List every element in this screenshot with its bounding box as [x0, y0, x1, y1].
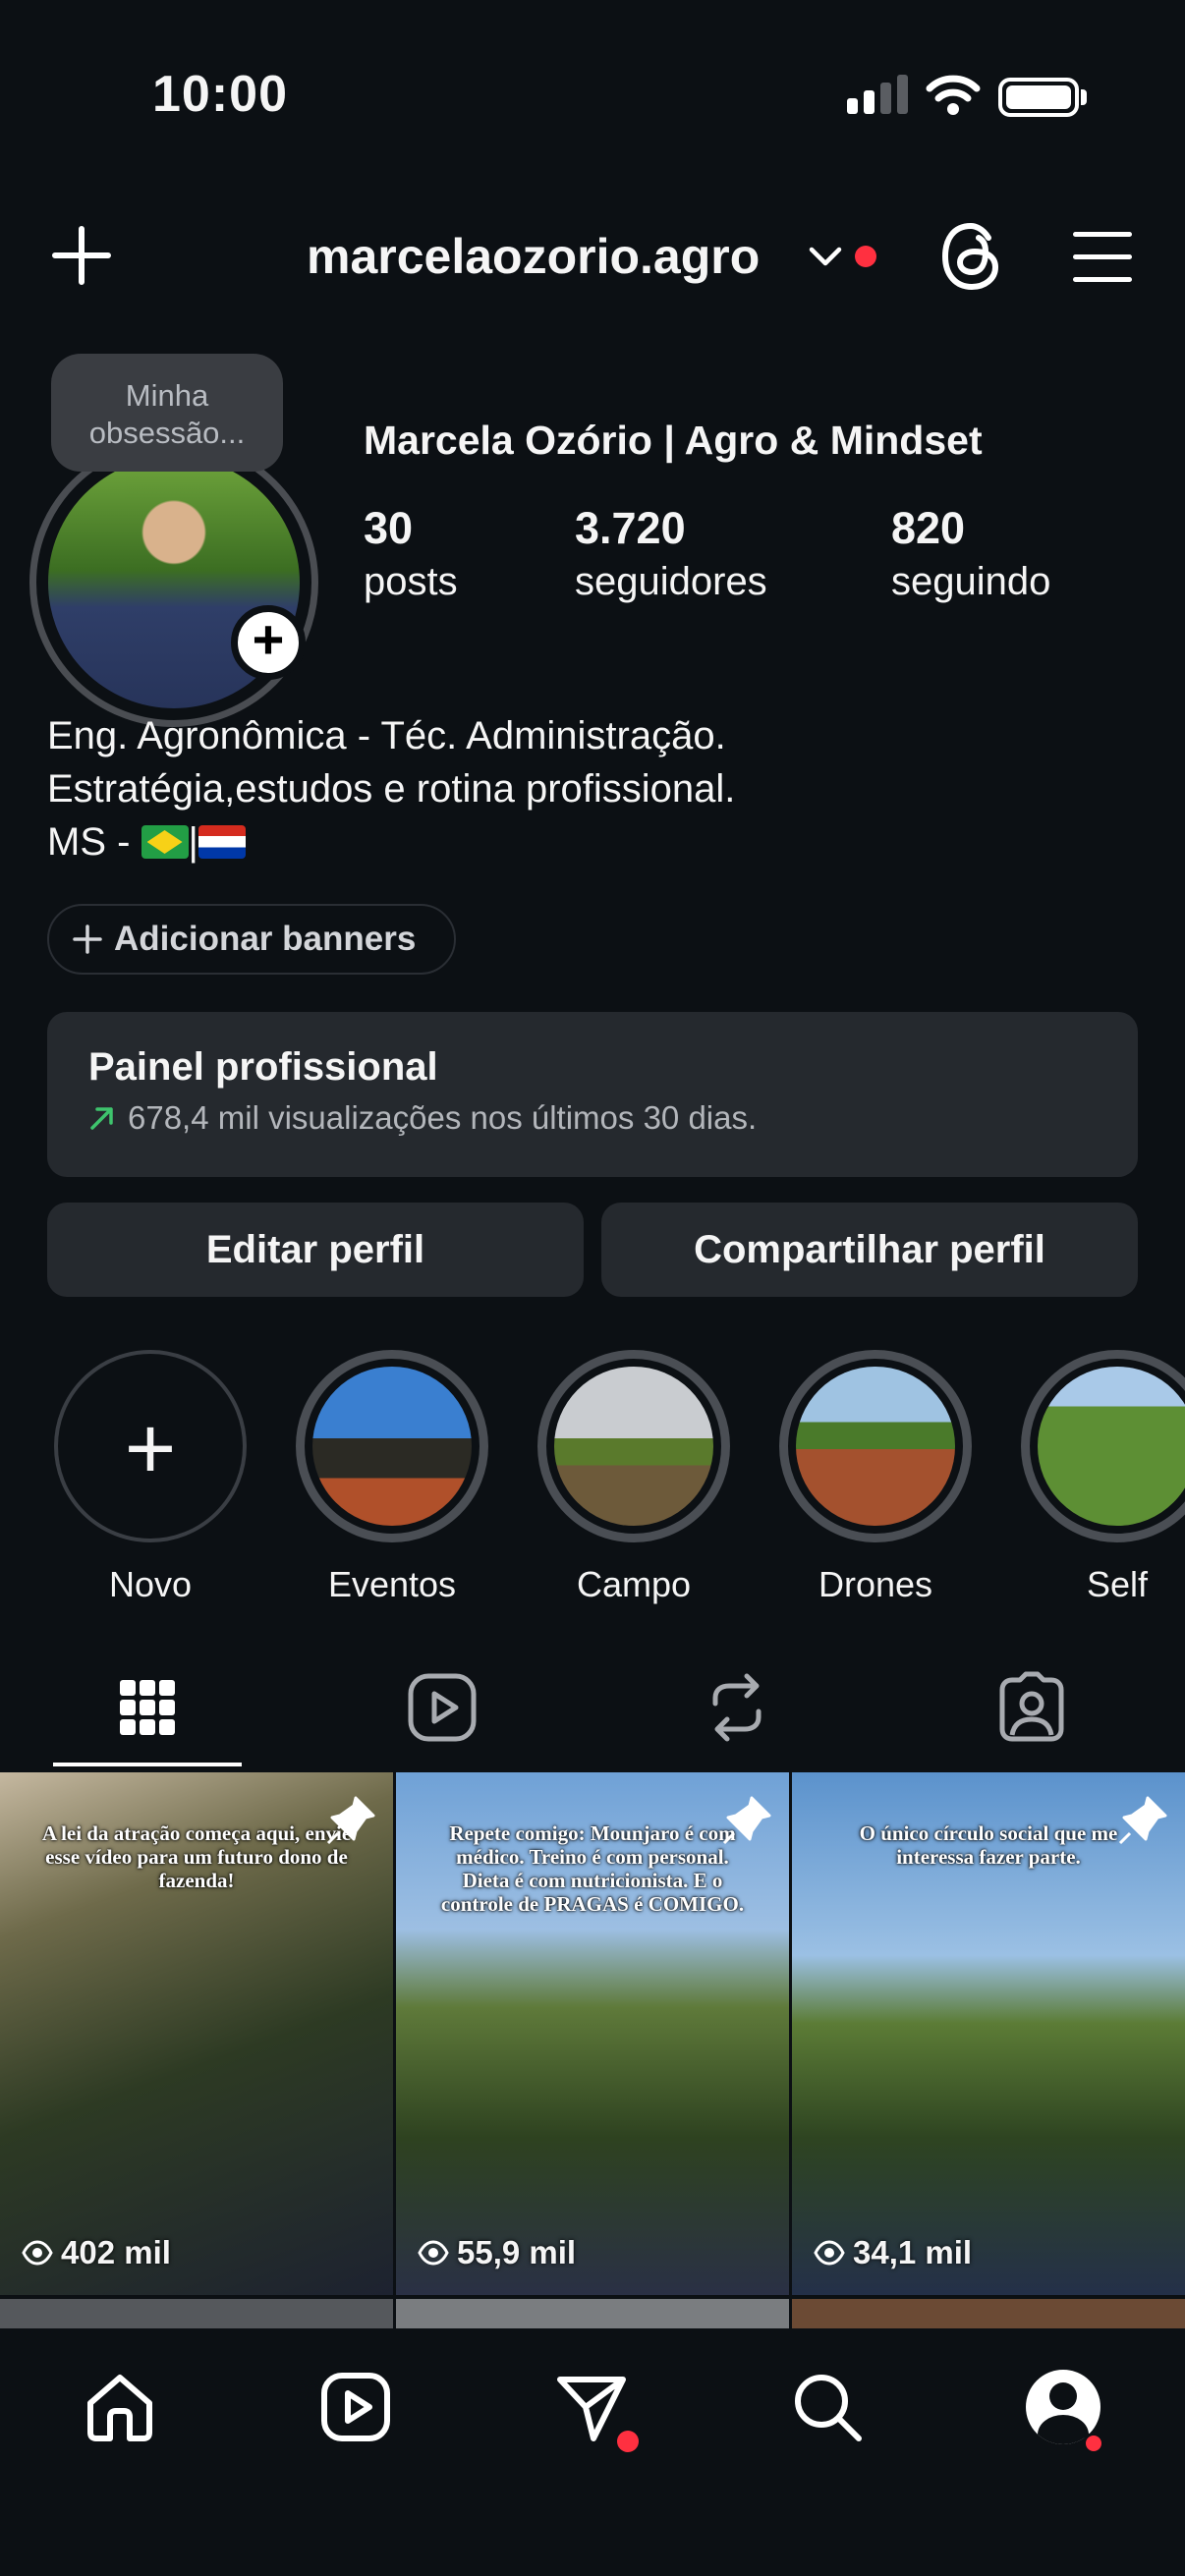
stat-following-value: 820	[891, 503, 966, 553]
stat-followers[interactable]: 3.720 seguidores	[575, 503, 767, 604]
paraguay-flag-icon	[198, 825, 246, 859]
status-time: 10:00	[152, 66, 288, 123]
messages-notification-dot	[617, 2431, 639, 2452]
account-username[interactable]: marcelaozorio.agro	[307, 228, 760, 285]
plus-icon: +	[54, 1350, 247, 1542]
professional-dashboard-title: Painel profissional	[88, 1045, 438, 1089]
plus-icon	[73, 924, 102, 954]
post-tile[interactable]: Repete comigo: Mounjaro é com médico. Tr…	[396, 1772, 789, 2295]
trend-arrow-icon	[90, 1107, 113, 1130]
post-caption: A lei da atração começa aqui, envie esse…	[41, 1821, 352, 1892]
wifi-icon	[926, 75, 981, 115]
brazil-flag-icon	[141, 825, 189, 859]
tagged-tab-icon[interactable]	[994, 1670, 1069, 1745]
stat-following[interactable]: 820 seguindo	[891, 503, 1050, 604]
bio-separator: |	[188, 820, 198, 864]
post-tile[interactable]: A lei da atração começa aqui, envie esse…	[0, 1772, 393, 2295]
reels-tab-icon[interactable]	[405, 1670, 480, 1745]
highlight-label: Campo	[576, 1564, 692, 1604]
highlight-new[interactable]: + Novo	[54, 1350, 247, 1605]
views-icon	[418, 2240, 449, 2266]
cellular-signal-icon	[847, 71, 908, 114]
post-caption: O único círculo social que me interessa …	[859, 1821, 1118, 1869]
reels-icon[interactable]	[318, 2370, 393, 2444]
highlight-label: Novo	[108, 1564, 193, 1604]
chevron-down-icon[interactable]	[808, 245, 843, 268]
post-tile-partial[interactable]	[792, 2299, 1185, 2328]
stat-posts-value: 30	[364, 503, 414, 553]
stat-following-label: seguindo	[891, 560, 1051, 603]
add-story-icon[interactable]: +	[231, 605, 306, 680]
views-icon	[814, 2240, 845, 2266]
highlight-label: Self	[1086, 1564, 1149, 1604]
add-banners-label: Adicionar banners	[114, 920, 417, 958]
post-tile[interactable]: O único círculo social que me interessa …	[792, 1772, 1185, 2295]
highlight-eventos[interactable]: Eventos	[296, 1350, 488, 1605]
stat-posts-label: posts	[364, 560, 458, 603]
post-caption: Repete comigo: Mounjaro é com médico. Tr…	[440, 1821, 745, 1916]
account-notification-dot	[855, 246, 876, 267]
pin-icon	[722, 1796, 771, 1845]
profile-full-name: Marcela Ozório | Agro & Mindset	[364, 418, 983, 463]
edit-profile-button[interactable]: Editar perfil	[47, 1203, 584, 1297]
profile-note[interactable]: Minha obsessão...	[51, 354, 283, 472]
post-views-count: 55,9 mil	[457, 2234, 577, 2270]
stat-followers-value: 3.720	[575, 503, 686, 553]
active-tab-indicator	[53, 1763, 242, 1766]
pin-icon	[326, 1796, 375, 1845]
highlight-campo[interactable]: Campo	[537, 1350, 730, 1605]
views-icon	[22, 2240, 53, 2266]
highlight-drones[interactable]: Drones	[779, 1350, 972, 1605]
stat-posts[interactable]: 30 posts	[364, 503, 458, 604]
battery-icon	[998, 78, 1079, 117]
bio-location: MS -	[47, 820, 141, 864]
direct-messages-icon[interactable]	[554, 2370, 629, 2444]
post-views: 55,9 mil	[418, 2234, 576, 2271]
stat-followers-label: seguidores	[575, 560, 767, 603]
create-plus-icon[interactable]	[51, 225, 112, 286]
professional-dashboard-subtitle: 678,4 mil visualizações nos últimos 30 d…	[88, 1099, 1097, 1137]
profile-bio: Eng. Agronômica - Téc. Administração. Es…	[47, 709, 735, 868]
highlight-self[interactable]: Self	[1021, 1350, 1185, 1605]
share-profile-button[interactable]: Compartilhar perfil	[601, 1203, 1138, 1297]
post-views-count: 402 mil	[61, 2234, 171, 2270]
bio-line: Estratégia,estudos e rotina profissional…	[47, 767, 736, 811]
highlight-label: Eventos	[327, 1564, 457, 1604]
battery-cap	[1081, 89, 1087, 105]
threads-icon[interactable]	[939, 222, 1004, 291]
search-icon[interactable]	[790, 2370, 865, 2444]
post-tile-partial[interactable]	[0, 2299, 393, 2328]
professional-dashboard[interactable]: Painel profissional 678,4 mil visualizaç…	[47, 1012, 1138, 1177]
reposts-tab-icon[interactable]	[700, 1670, 774, 1745]
views-summary: 678,4 mil visualizações nos últimos 30 d…	[128, 1099, 758, 1136]
profile-avatar[interactable]	[29, 438, 318, 727]
grid-icon[interactable]	[110, 1670, 185, 1745]
add-banners-button[interactable]: Adicionar banners	[47, 904, 456, 975]
post-views-count: 34,1 mil	[853, 2234, 973, 2270]
profile-notification-dot	[1083, 2433, 1104, 2454]
post-tile-partial[interactable]	[396, 2299, 789, 2328]
pin-icon	[1118, 1796, 1167, 1845]
home-icon[interactable]	[83, 2370, 157, 2444]
menu-icon[interactable]	[1073, 232, 1132, 300]
post-views: 402 mil	[22, 2234, 171, 2271]
post-views: 34,1 mil	[814, 2234, 972, 2271]
bottom-navigation	[0, 2328, 1185, 2576]
highlight-label: Drones	[818, 1564, 933, 1604]
bio-line: Eng. Agronômica - Téc. Administração.	[47, 714, 726, 757]
bio-line: MS - |	[47, 815, 735, 868]
